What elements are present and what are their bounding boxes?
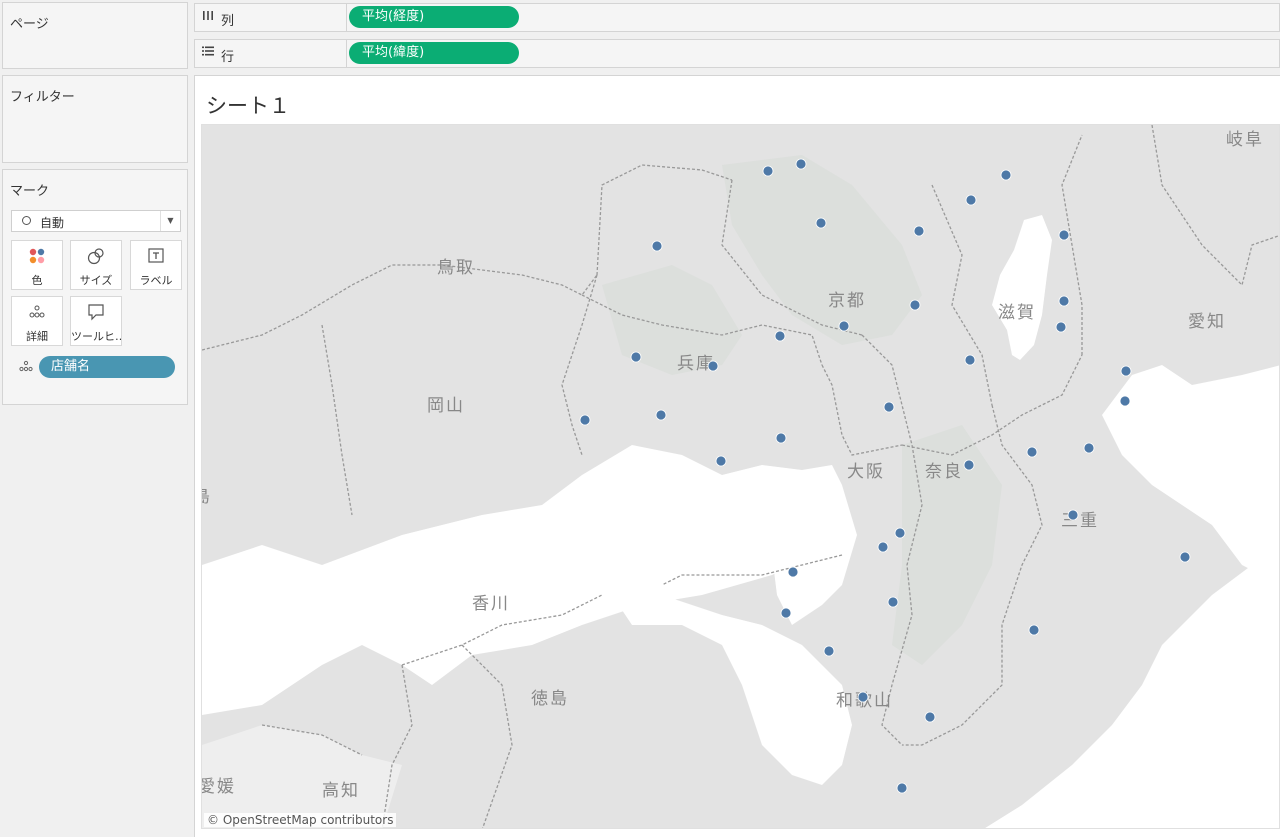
store-mark[interactable] [1067, 509, 1079, 521]
store-mark[interactable] [965, 194, 977, 206]
tooltip-icon [71, 303, 121, 321]
circle-mark-icon [22, 216, 31, 225]
store-mark[interactable] [823, 645, 835, 657]
tooltip-button-label: ツールヒ… [71, 330, 121, 343]
pages-card-title: ページ [10, 17, 49, 32]
store-mark[interactable] [655, 409, 667, 421]
store-mark[interactable] [1028, 624, 1040, 636]
detail-icon [12, 303, 62, 321]
store-mark[interactable] [913, 225, 925, 237]
columns-shelf-label-area: 列 [195, 4, 347, 31]
store-mark[interactable] [651, 240, 663, 252]
store-mark[interactable] [707, 360, 719, 372]
map-view[interactable]: 鳥取 岡山 兵庫 京都 滋賀 大阪 奈良 三重 和歌山 香川 徳島 高知 愛媛 … [201, 124, 1280, 829]
store-mark[interactable] [815, 217, 827, 229]
mark-type-dropdown[interactable]: 自動 ▼ [11, 210, 181, 232]
chevron-down-icon[interactable]: ▼ [160, 211, 180, 231]
tooltip-button[interactable]: ツールヒ… [70, 296, 122, 346]
store-mark[interactable] [1055, 321, 1067, 333]
store-mark[interactable] [715, 455, 727, 467]
filters-card-title: フィルター [10, 90, 75, 105]
size-icon [71, 247, 121, 265]
detail-icon [19, 360, 33, 376]
store-mark[interactable] [877, 541, 889, 553]
sheet-title[interactable]: シート１ [206, 90, 290, 120]
store-mark[interactable] [883, 401, 895, 413]
store-mark[interactable] [887, 596, 899, 608]
longitude-pill[interactable]: 平均(経度) [349, 6, 519, 28]
rows-icon [202, 45, 214, 61]
store-mark[interactable] [1179, 551, 1191, 563]
label-button-label: ラベル [139, 274, 173, 287]
store-mark[interactable] [838, 320, 850, 332]
store-mark[interactable] [630, 351, 642, 363]
pages-card[interactable]: ページ [2, 2, 188, 69]
store-mark[interactable] [1000, 169, 1012, 181]
store-mark[interactable] [1026, 446, 1038, 458]
color-icon [12, 247, 62, 265]
store-mark[interactable] [1058, 229, 1070, 241]
latitude-pill[interactable]: 平均(緯度) [349, 42, 519, 64]
store-mark[interactable] [762, 165, 774, 177]
store-mark[interactable] [857, 691, 869, 703]
store-mark[interactable] [1119, 395, 1131, 407]
size-button[interactable]: サイズ [70, 240, 122, 290]
store-mark[interactable] [896, 782, 908, 794]
label-icon [131, 247, 181, 265]
marks-card: マーク 自動 ▼ 色 サイズ ラベル 詳細 ツールヒ… 店舗名 [2, 169, 188, 405]
store-mark[interactable] [1058, 295, 1070, 307]
detail-button[interactable]: 詳細 [11, 296, 63, 346]
color-button-label: 色 [31, 274, 43, 287]
store-mark[interactable] [774, 330, 786, 342]
rows-shelf-label-area: 行 [195, 40, 347, 67]
marks-card-title: マーク [10, 184, 50, 199]
store-mark[interactable] [787, 566, 799, 578]
store-mark[interactable] [780, 607, 792, 619]
store-mark[interactable] [775, 432, 787, 444]
store-mark[interactable] [1083, 442, 1095, 454]
store-mark[interactable] [963, 459, 975, 471]
store-mark[interactable] [909, 299, 921, 311]
store-mark[interactable] [894, 527, 906, 539]
store-marks-layer [579, 158, 1191, 794]
label-button[interactable]: ラベル [130, 240, 182, 290]
columns-shelf-label: 列 [221, 14, 235, 29]
store-mark[interactable] [1120, 365, 1132, 377]
store-mark[interactable] [924, 711, 936, 723]
rows-shelf-label: 行 [221, 50, 235, 65]
store-mark[interactable] [579, 414, 591, 426]
store-mark[interactable] [964, 354, 976, 366]
columns-shelf: 列 平均(経度) [194, 3, 1280, 32]
color-button[interactable]: 色 [11, 240, 63, 290]
size-button-label: サイズ [79, 274, 113, 287]
store-mark[interactable] [795, 158, 807, 170]
filters-card[interactable]: フィルター [2, 75, 188, 163]
rows-shelf: 行 平均(緯度) [194, 39, 1280, 68]
mark-type-value: 自動 [40, 216, 65, 230]
columns-icon [202, 9, 214, 25]
detail-button-label: 詳細 [26, 330, 48, 343]
map-attribution[interactable]: © OpenStreetMap contributors [204, 813, 397, 827]
store-name-pill[interactable]: 店舗名 [39, 356, 175, 378]
